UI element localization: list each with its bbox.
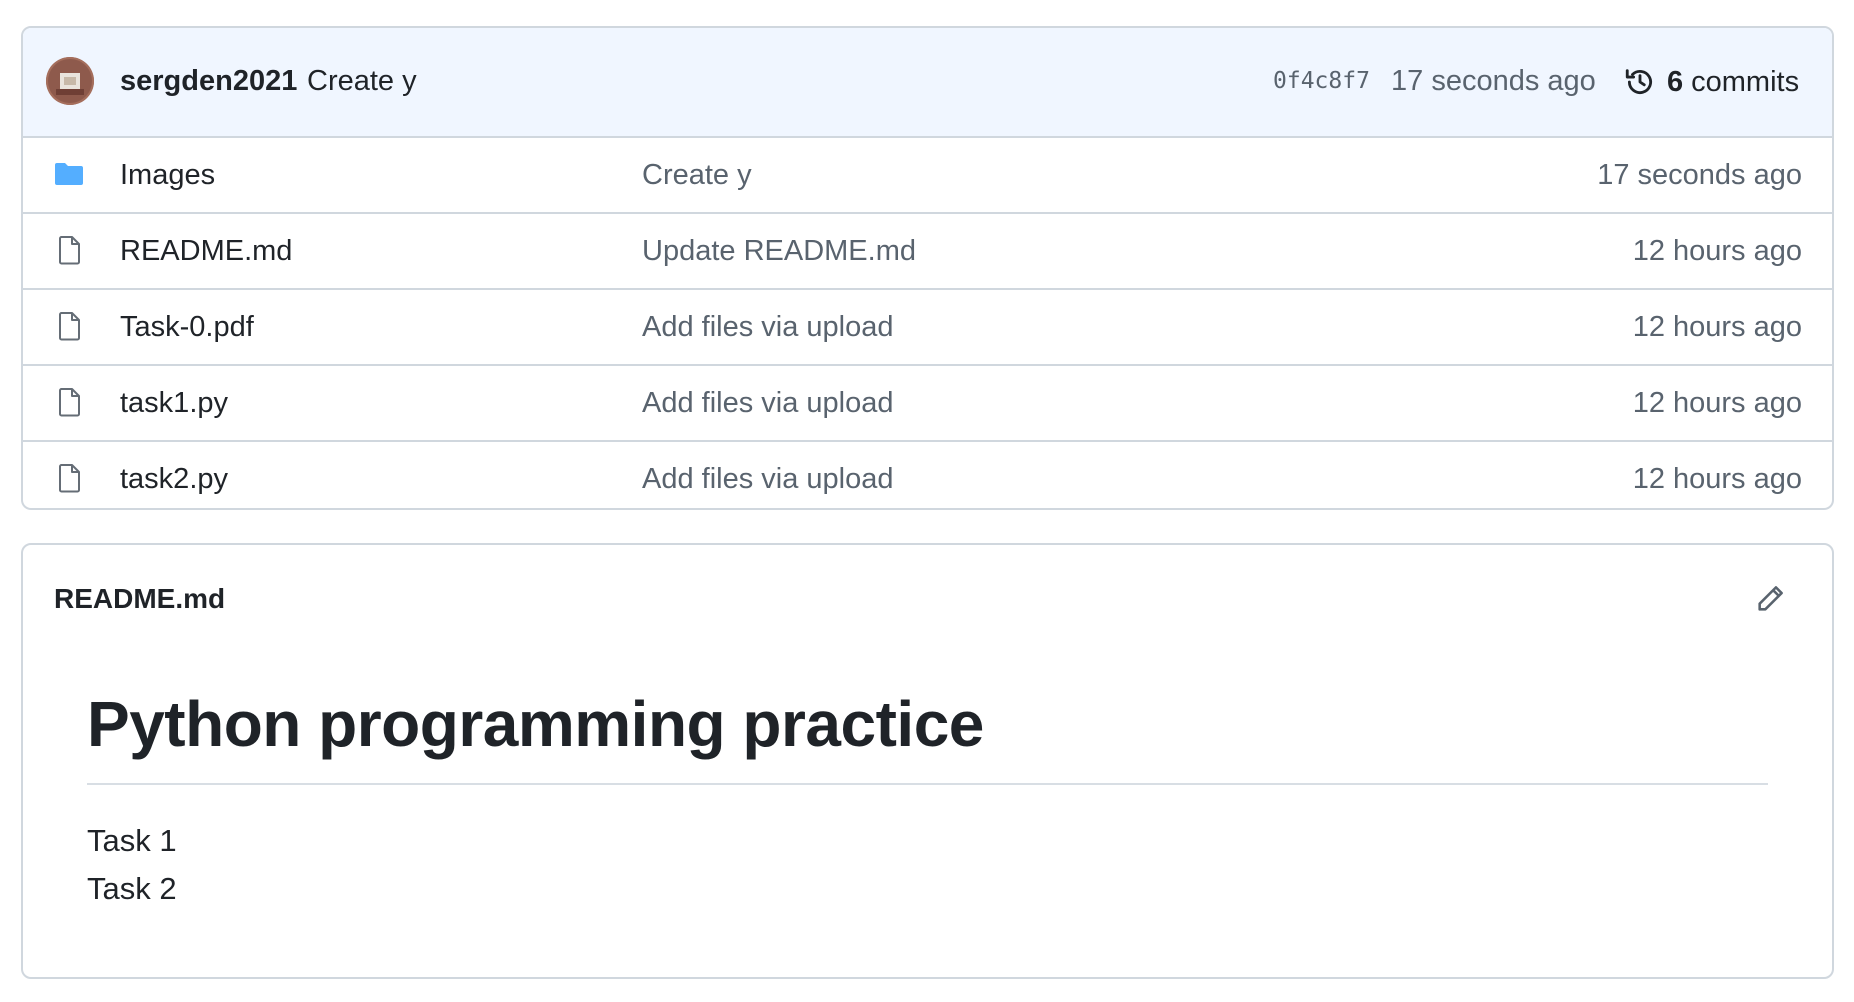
- heading-divider: [87, 783, 1768, 785]
- commit-author-link[interactable]: sergden2021: [120, 65, 297, 98]
- file-commit-message[interactable]: Add files via upload: [642, 463, 894, 496]
- repository-view: sergden2021 Create y 0f4c8f7 17 seconds …: [0, 0, 1854, 1002]
- history-icon: [1625, 69, 1652, 95]
- file-commit-time: 12 hours ago: [1632, 387, 1802, 419]
- commit-count: 6: [1667, 65, 1684, 98]
- file-commit-message[interactable]: Update README.md: [642, 235, 916, 268]
- file-icon: [59, 388, 80, 417]
- file-commit-time: 12 hours ago: [1632, 311, 1802, 343]
- file-name[interactable]: README.md: [120, 235, 292, 268]
- file-row-images[interactable]: Images Create y 17 seconds ago: [23, 138, 1832, 214]
- readme-panel: README.md Python programming practice Ta…: [21, 543, 1834, 979]
- commit-message-link[interactable]: Create y: [307, 65, 417, 98]
- file-commit-time: 12 hours ago: [1632, 235, 1802, 267]
- file-row-readme[interactable]: README.md Update README.md 12 hours ago: [23, 214, 1832, 290]
- file-row-task1-py[interactable]: task1.py Add files via upload 12 hours a…: [23, 366, 1832, 442]
- file-icon: [59, 312, 80, 341]
- commit-history-link[interactable]: 6 commits: [1623, 58, 1799, 106]
- commit-time: 17 seconds ago: [1391, 65, 1596, 97]
- file-commit-message[interactable]: Create y: [642, 159, 752, 192]
- author-avatar[interactable]: [46, 57, 94, 105]
- file-commit-message[interactable]: Add files via upload: [642, 311, 894, 344]
- file-commit-time: 17 seconds ago: [1597, 159, 1802, 191]
- file-icon: [59, 464, 80, 493]
- file-row-task2-py[interactable]: task2.py Add files via upload 12 hours a…: [23, 442, 1832, 508]
- file-name[interactable]: task1.py: [120, 387, 228, 420]
- readme-text-line: Task 2: [87, 871, 177, 906]
- file-commit-time: 12 hours ago: [1632, 463, 1802, 495]
- readme-heading: Python programming practice: [87, 688, 984, 760]
- file-commit-message[interactable]: Add files via upload: [642, 387, 894, 420]
- readme-filename[interactable]: README.md: [54, 583, 225, 615]
- file-name[interactable]: Task-0.pdf: [120, 311, 254, 344]
- file-row-task-0-pdf[interactable]: Task-0.pdf Add files via upload 12 hours…: [23, 290, 1832, 366]
- readme-text-line: Task 1: [87, 823, 177, 858]
- latest-commit-bar: sergden2021 Create y 0f4c8f7 17 seconds …: [23, 28, 1832, 138]
- file-name[interactable]: task2.py: [120, 463, 228, 496]
- file-name[interactable]: Images: [120, 159, 215, 192]
- folder-icon: [55, 163, 83, 185]
- file-icon: [59, 236, 80, 265]
- commit-count-label: commits: [1691, 65, 1800, 98]
- file-browser: sergden2021 Create y 0f4c8f7 17 seconds …: [21, 26, 1834, 510]
- commit-sha-link[interactable]: 0f4c8f7: [1273, 68, 1370, 94]
- pencil-icon[interactable]: [1754, 581, 1788, 615]
